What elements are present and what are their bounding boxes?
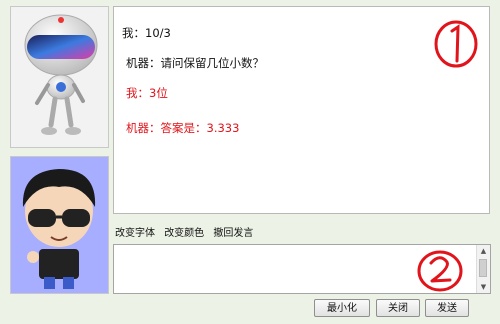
cartoon-person-icon	[22, 169, 96, 289]
chat-history[interactable]: 我：10/3 机器：请问保留几位小数？ 我：3位 机器：答案是：3.333	[113, 6, 490, 214]
handwritten-number-2-mark	[417, 250, 463, 292]
chat-message: 我：10/3	[122, 26, 171, 40]
undo-message-button[interactable]: 撤回发言	[213, 228, 253, 239]
change-font-button[interactable]: 改变字体	[115, 228, 155, 239]
minimize-button[interactable]: 最小化	[314, 299, 370, 317]
chat-message: 我：3位	[126, 86, 168, 100]
scroll-up-arrow-icon[interactable]: ▲	[477, 245, 490, 257]
robot-avatar	[10, 6, 109, 148]
robot-icon	[24, 14, 98, 135]
scroll-thumb[interactable]	[479, 259, 487, 277]
input-scrollbar[interactable]: ▲ ▼	[476, 245, 490, 293]
handwritten-number-1-mark	[434, 20, 478, 68]
chat-message: 机器：请问保留几位小数？	[126, 56, 264, 70]
close-button[interactable]: 关闭	[376, 299, 420, 317]
chat-message: 机器：答案是：3.333	[126, 121, 240, 135]
scroll-down-arrow-icon[interactable]: ▼	[477, 281, 490, 293]
message-input[interactable]: ▲ ▼	[113, 244, 491, 294]
change-color-button[interactable]: 改变颜色	[164, 228, 204, 239]
send-button[interactable]: 发送	[425, 299, 469, 317]
format-toolbar: 改变字体 改变颜色 撤回发言	[115, 224, 259, 239]
user-avatar	[10, 156, 109, 294]
